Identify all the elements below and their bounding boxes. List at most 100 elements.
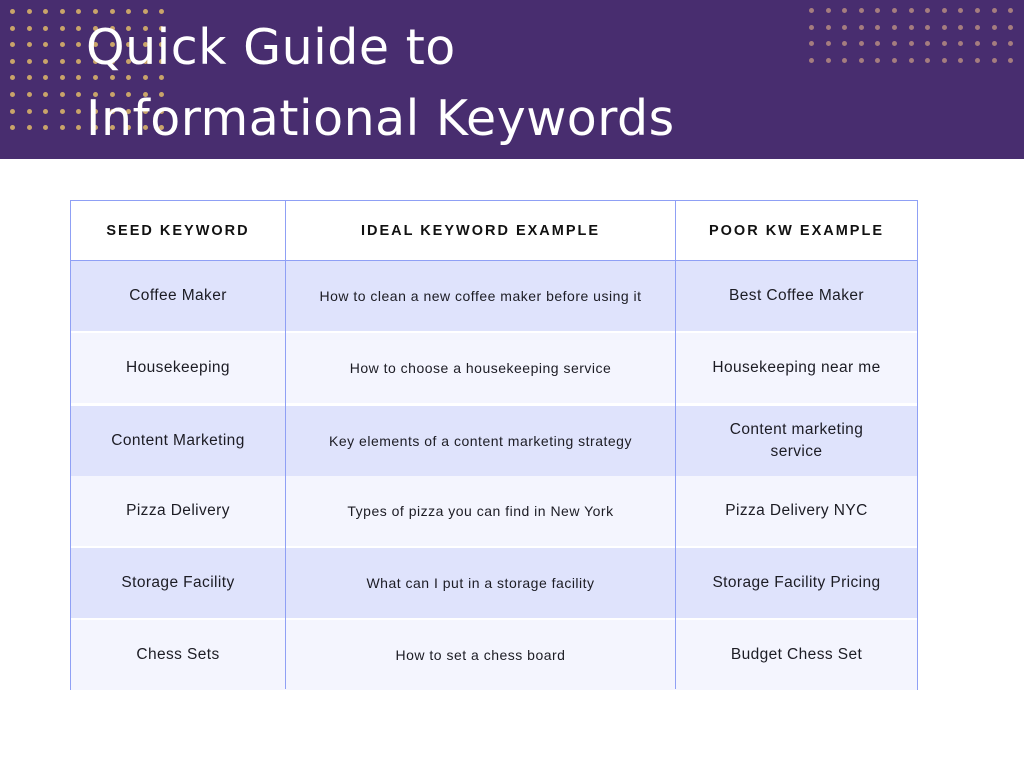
decorative-dot xyxy=(10,125,15,131)
decorative-dot xyxy=(1008,8,1014,13)
decorative-dot xyxy=(941,24,947,30)
decorative-dot xyxy=(892,41,897,47)
decorative-dot xyxy=(991,57,997,63)
decorative-dot xyxy=(76,92,82,97)
decorative-dot xyxy=(858,24,864,30)
decorative-dot xyxy=(76,58,82,64)
decorative-dot xyxy=(975,41,980,47)
decorative-dot xyxy=(975,24,980,30)
page-title: Quick Guide to Informational Keywords xyxy=(86,12,675,154)
decorative-dot xyxy=(59,25,65,31)
header-ideal-keyword-example: IDEAL KEYWORD EXAMPLE xyxy=(360,222,601,239)
decorative-dot xyxy=(892,24,897,30)
decorative-dot xyxy=(991,8,997,13)
decorative-dot xyxy=(26,108,32,114)
poor-keyword-cell: Pizza Delivery NYC xyxy=(725,502,868,519)
decorative-dot xyxy=(43,125,49,131)
decorative-dot xyxy=(59,108,65,114)
ideal-keyword-cell: How to clean a new coffee maker before u… xyxy=(319,288,642,304)
table-row: Chess Sets How to set a chess board Budg… xyxy=(71,620,917,690)
decorative-dot xyxy=(26,42,32,48)
decorative-dot xyxy=(875,24,881,30)
seed-keyword-cell: Pizza Delivery xyxy=(126,502,230,519)
keyword-table: SEED KEYWORD IDEAL KEYWORD EXAMPLE POOR … xyxy=(70,200,918,690)
title-line-1: Quick Guide to xyxy=(86,19,456,76)
seed-keyword-cell: Content Marketing xyxy=(111,432,245,449)
decorative-dot xyxy=(43,108,49,114)
decorative-dot xyxy=(76,25,82,31)
decorative-dot xyxy=(892,8,897,13)
decorative-dot xyxy=(10,92,15,97)
ideal-keyword-cell: How to choose a housekeeping service xyxy=(349,360,612,376)
decorative-dot xyxy=(43,9,49,14)
decorative-dot xyxy=(10,108,15,114)
decorative-dot xyxy=(925,57,931,63)
decorative-dot xyxy=(76,108,82,114)
decorative-dot xyxy=(809,57,814,63)
decorative-dot xyxy=(925,41,931,47)
decorative-dot xyxy=(842,24,848,30)
decorative-dot xyxy=(76,125,82,131)
decorative-dot xyxy=(991,41,997,47)
decorative-dot xyxy=(59,42,65,48)
decorative-dot xyxy=(26,75,32,81)
table-row: Coffee Maker How to clean a new coffee m… xyxy=(71,261,917,331)
decorative-dot xyxy=(59,58,65,64)
column-divider xyxy=(285,201,286,689)
decorative-dot xyxy=(43,92,49,97)
decorative-dot xyxy=(908,24,914,30)
decorative-dot xyxy=(10,42,15,48)
decorative-dot xyxy=(809,8,814,13)
seed-keyword-cell: Housekeeping xyxy=(126,359,230,376)
decorative-dot xyxy=(941,57,947,63)
decorative-dot xyxy=(825,41,831,47)
decorative-dot xyxy=(975,8,980,13)
decorative-dot xyxy=(842,57,848,63)
decorative-dot xyxy=(59,92,65,97)
decorative-dot xyxy=(10,25,15,31)
decorative-dot xyxy=(958,24,964,30)
decorative-dot xyxy=(825,57,831,63)
page: Quick Guide to Informational Keywords SE… xyxy=(0,0,1024,768)
decorative-dot xyxy=(809,24,814,30)
seed-keyword-cell: Storage Facility xyxy=(121,574,235,591)
decorative-dot xyxy=(43,25,49,31)
decorative-dot xyxy=(908,8,914,13)
decorative-dot xyxy=(991,24,997,30)
decorative-dot xyxy=(1008,24,1014,30)
decorative-dot xyxy=(858,41,864,47)
table-row: Pizza Delivery Types of pizza you can fi… xyxy=(71,476,917,546)
decorative-dot xyxy=(26,25,32,31)
decorative-dot xyxy=(975,57,980,63)
poor-keyword-cell: Best Coffee Maker xyxy=(729,287,864,304)
ideal-keyword-cell: How to set a chess board xyxy=(395,647,566,663)
decorative-dot xyxy=(59,9,65,14)
decorative-dot xyxy=(941,8,947,13)
table-header-row: SEED KEYWORD IDEAL KEYWORD EXAMPLE POOR … xyxy=(71,201,917,261)
decorative-dot xyxy=(958,41,964,47)
decorative-dot xyxy=(925,24,931,30)
ideal-keyword-cell: Types of pizza you can find in New York xyxy=(347,503,614,519)
decorative-dot xyxy=(958,8,964,13)
decorative-dot xyxy=(59,125,65,131)
seed-keyword-cell: Coffee Maker xyxy=(129,287,227,304)
decorative-dot xyxy=(825,8,831,13)
ideal-keyword-cell: What can I put in a storage facility xyxy=(366,575,595,591)
ideal-keyword-cell: Key elements of a content marketing stra… xyxy=(329,433,632,449)
decorative-dot xyxy=(1008,57,1014,63)
decorative-dot xyxy=(825,24,831,30)
decorative-dot xyxy=(908,57,914,63)
table-row: Housekeeping How to choose a housekeepin… xyxy=(71,333,917,403)
poor-keyword-cell: Budget Chess Set xyxy=(730,646,863,663)
decorative-dot xyxy=(875,41,881,47)
seed-keyword-cell: Chess Sets xyxy=(136,646,220,663)
poor-keyword-cell: Content marketing service xyxy=(729,421,864,460)
decorative-dot xyxy=(59,75,65,81)
header-seed-keyword: SEED KEYWORD xyxy=(106,222,250,239)
header-poor-kw-example: POOR KW EXAMPLE xyxy=(708,222,884,239)
table-row: Content Marketing Key elements of a cont… xyxy=(71,406,917,476)
decorative-dot xyxy=(26,58,32,64)
column-divider xyxy=(675,201,676,689)
decorative-dot xyxy=(809,41,814,47)
decorative-dot xyxy=(10,9,15,14)
